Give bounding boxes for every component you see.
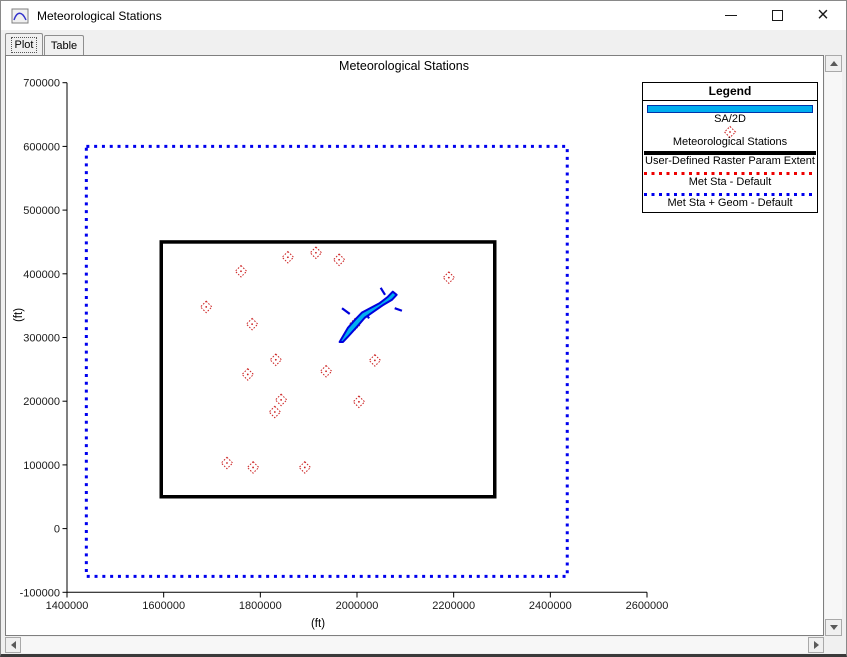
minimize-button[interactable] xyxy=(708,1,754,30)
app-window: Meteorological Stations × Plot Table Met… xyxy=(0,0,847,657)
station-center-dot xyxy=(304,467,306,469)
scroll-right-button[interactable] xyxy=(808,637,824,653)
station-center-dot xyxy=(374,360,376,362)
triangle-up-icon xyxy=(830,61,838,66)
station-center-dot xyxy=(240,270,242,272)
scroll-left-button[interactable] xyxy=(5,637,21,653)
station-center-dot xyxy=(315,252,317,254)
legend-label-user-defined-raster-param-extent: User-Defined Raster Param Extent xyxy=(643,155,817,168)
y-axis-label: (ft) xyxy=(13,308,25,322)
y-tick-label: 100000 xyxy=(23,460,60,472)
y-tick-label: 700000 xyxy=(23,78,60,90)
station-center-dot xyxy=(280,399,282,401)
legend-swatch-met-sta-geom-default xyxy=(644,193,816,196)
y-tick-label: 500000 xyxy=(23,205,60,217)
station-markers xyxy=(201,247,455,473)
tab-page-plot: Meteorological Stations (ft) (ft) 1400000 16… xyxy=(1,55,846,654)
close-icon: × xyxy=(817,5,829,25)
scrollbar-corner xyxy=(825,637,842,653)
x-axis-label: (ft) xyxy=(311,618,325,630)
triangle-down-icon xyxy=(830,625,838,630)
x-tick-label: 2600000 xyxy=(626,600,669,612)
vertical-scrollbar[interactable] xyxy=(825,55,842,636)
legend-label-meteorological-stations: Meteorological Stations xyxy=(643,136,817,149)
minimize-icon xyxy=(725,15,737,16)
x-tick-label: 2000000 xyxy=(336,600,379,612)
sa2d-storage-area xyxy=(340,288,402,342)
sa2d-branch xyxy=(395,308,402,311)
station-center-dot xyxy=(247,374,249,376)
tab-table-label: Table xyxy=(51,40,77,52)
legend-label-met-sta-geom-default: Met Sta + Geom - Default xyxy=(643,197,817,210)
horizontal-scrollbar[interactable] xyxy=(5,637,824,653)
x-tick-label: 1600000 xyxy=(142,600,185,612)
sa2d-branch xyxy=(342,308,350,314)
triangle-right-icon xyxy=(814,641,819,649)
tab-bar: Plot Table xyxy=(1,30,846,55)
station-center-dot xyxy=(275,359,277,361)
y-tick-label: 400000 xyxy=(23,269,60,281)
sa2d-branch xyxy=(381,288,385,295)
y-tick-label: 0 xyxy=(54,524,60,536)
station-center-dot xyxy=(251,323,253,325)
x-tick-label: 2400000 xyxy=(529,600,572,612)
chart-title: Meteorological Stations xyxy=(339,59,469,73)
maximize-icon xyxy=(772,10,783,21)
x-tick-label: 2200000 xyxy=(432,600,475,612)
legend-swatch-met-sta-default xyxy=(644,172,816,175)
legend-swatch-sa-2d xyxy=(647,105,813,113)
legend: Legend SA/2D Meteorological Stations User-… xyxy=(642,82,818,213)
station-center-dot xyxy=(226,462,228,464)
plot-area: Meteorological Stations (ft) (ft) 1400000 16… xyxy=(5,55,824,636)
plot-curve-icon xyxy=(11,8,29,24)
tab-plot[interactable]: Plot xyxy=(5,33,43,55)
legend-title: Legend xyxy=(643,83,817,101)
legend-label-sa-2d: SA/2D xyxy=(643,113,817,126)
app-icon xyxy=(11,8,29,24)
tab-table[interactable]: Table xyxy=(44,35,84,55)
station-center-dot xyxy=(274,411,276,413)
axes: 1400000160000018000002000000220000024000… xyxy=(20,78,669,612)
y-tick-label: 300000 xyxy=(23,333,60,345)
close-button[interactable]: × xyxy=(800,1,846,30)
station-center-dot xyxy=(205,306,207,308)
window-title: Meteorological Stations xyxy=(37,9,162,23)
station-center-dot xyxy=(325,370,327,372)
legend-body: SA/2D Meteorological Stations User-Defined… xyxy=(643,105,817,210)
triangle-left-icon xyxy=(11,641,16,649)
window-controls: × xyxy=(708,1,846,30)
legend-label-met-sta-default: Met Sta - Default xyxy=(643,176,817,189)
y-tick-label: -100000 xyxy=(20,587,60,599)
titlebar: Meteorological Stations × xyxy=(1,1,846,30)
tab-plot-label: Plot xyxy=(12,38,37,52)
station-center-dot xyxy=(358,401,360,403)
maximize-button[interactable] xyxy=(754,1,800,30)
y-tick-label: 600000 xyxy=(23,141,60,153)
x-tick-label: 1800000 xyxy=(239,600,282,612)
scroll-up-button[interactable] xyxy=(825,55,842,72)
scroll-down-button[interactable] xyxy=(825,619,842,636)
station-center-dot xyxy=(338,259,340,261)
y-tick-label: 200000 xyxy=(23,396,60,408)
station-center-dot xyxy=(448,277,450,279)
station-center-dot xyxy=(287,256,289,258)
x-tick-label: 1400000 xyxy=(46,600,89,612)
station-center-dot xyxy=(252,467,254,469)
extent-user-defined-raster-param-extent xyxy=(161,242,495,497)
